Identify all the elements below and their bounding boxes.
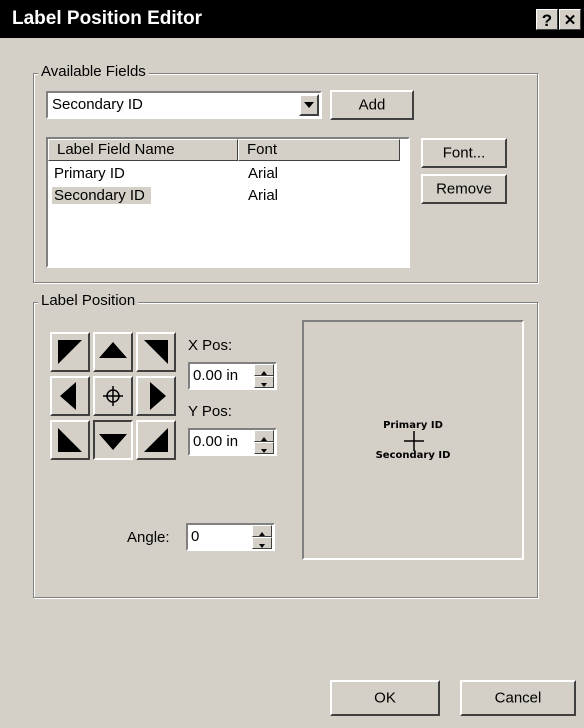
spin-down-icon	[261, 383, 267, 387]
arrow-down-right-icon	[144, 428, 168, 452]
label-position-group-label: Label Position	[38, 292, 139, 309]
y-pos-label: Y Pos:	[188, 403, 232, 420]
list-item-name[interactable]: Primary ID	[54, 165, 125, 182]
spin-down-icon	[259, 544, 265, 548]
move-down-left-button[interactable]	[50, 420, 90, 460]
preview-secondary-label: Secondary ID	[375, 450, 451, 461]
arrow-up-icon	[99, 342, 127, 358]
crosshair-icon	[404, 431, 424, 451]
move-up-left-button[interactable]	[50, 332, 90, 372]
arrow-down-left-icon	[58, 428, 82, 452]
remove-button[interactable]: Remove	[421, 174, 507, 204]
close-button[interactable]: ✕	[559, 9, 581, 30]
spin-down-icon	[261, 449, 267, 453]
help-button[interactable]: ?	[536, 9, 558, 30]
crosshair-icon	[103, 386, 123, 406]
ok-button[interactable]: OK	[330, 680, 440, 716]
x-pos-decrement-button[interactable]	[254, 376, 274, 388]
field-select-dropdown-button[interactable]	[299, 94, 319, 116]
available-fields-group-label: Available Fields	[38, 63, 149, 80]
list-item-font: Arial	[248, 187, 279, 204]
preview-primary-label: Primary ID	[383, 420, 443, 431]
window-title: Label Position Editor	[12, 8, 203, 29]
x-pos-input[interactable]: 0.00 in	[193, 367, 238, 384]
y-pos-input[interactable]: 0.00 in	[193, 433, 238, 450]
label-fields-list[interactable]: Label Field Name Font Primary ID Arial S…	[46, 137, 410, 268]
list-item-name-selected[interactable]: Secondary ID	[52, 187, 151, 204]
y-pos-decrement-button[interactable]	[254, 442, 274, 454]
move-down-button[interactable]	[93, 420, 133, 460]
angle-spinner[interactable]: 0	[186, 523, 275, 551]
y-pos-spinner[interactable]: 0.00 in	[188, 428, 277, 456]
label-position-editor-dialog: Label Position Editor ? ✕ Available Fiel…	[0, 0, 584, 728]
x-pos-spinner[interactable]: 0.00 in	[188, 362, 277, 390]
arrow-up-left-icon	[58, 340, 82, 364]
cancel-button[interactable]: Cancel	[460, 680, 576, 716]
column-header-font[interactable]: Font	[238, 139, 400, 161]
arrow-up-right-icon	[144, 340, 168, 364]
move-right-button[interactable]	[136, 376, 176, 416]
field-select-combo[interactable]: Secondary ID	[46, 91, 322, 119]
x-pos-label: X Pos:	[188, 337, 233, 354]
title-bar[interactable]: Label Position Editor ? ✕	[0, 0, 584, 38]
move-left-button[interactable]	[50, 376, 90, 416]
move-up-right-button[interactable]	[136, 332, 176, 372]
move-down-right-button[interactable]	[136, 420, 176, 460]
angle-input[interactable]: 0	[191, 528, 199, 545]
label-preview-panel: Primary ID Secondary ID	[302, 320, 524, 560]
field-select-value: Secondary ID	[52, 96, 143, 113]
arrow-right-icon	[150, 382, 166, 410]
y-pos-increment-button[interactable]	[254, 430, 274, 442]
font-button[interactable]: Font...	[421, 138, 507, 168]
angle-decrement-button[interactable]	[252, 537, 272, 549]
angle-label: Angle:	[127, 529, 170, 546]
chevron-down-icon	[304, 102, 314, 108]
angle-increment-button[interactable]	[252, 525, 272, 537]
list-item-font: Arial	[248, 165, 279, 182]
arrow-left-icon	[60, 382, 76, 410]
add-button[interactable]: Add	[330, 90, 414, 120]
center-button[interactable]	[93, 376, 133, 416]
move-up-button[interactable]	[93, 332, 133, 372]
column-header-field-name[interactable]: Label Field Name	[48, 139, 238, 161]
arrow-down-icon	[99, 434, 127, 450]
x-pos-increment-button[interactable]	[254, 364, 274, 376]
